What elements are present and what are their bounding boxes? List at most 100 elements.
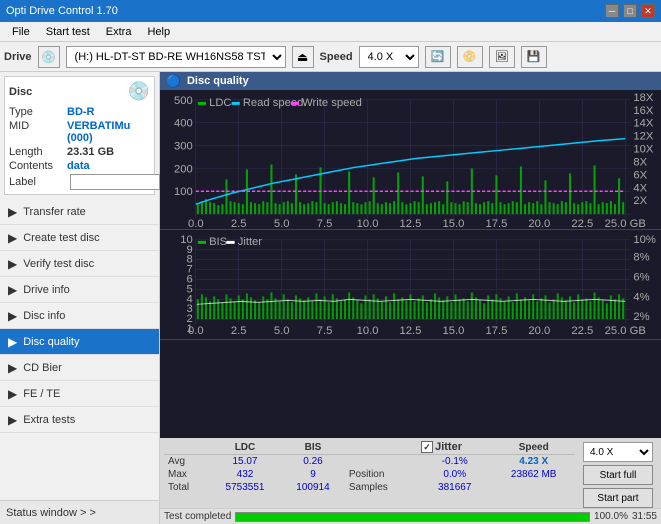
svg-text:10.0: 10.0 [357,218,379,229]
close-button[interactable]: ✕ [641,4,655,18]
speed-select-main[interactable]: 4.0 X [359,46,419,68]
nav-drive-info[interactable]: ▶ Drive info [0,277,159,303]
eject-button[interactable]: ⏏ [292,46,314,68]
svg-text:5.0: 5.0 [274,325,290,337]
menu-extra[interactable]: Extra [98,24,140,40]
stats-total-empty [492,481,575,494]
svg-text:7.5: 7.5 [317,218,333,229]
toolbar-btn-4[interactable]: 💾 [521,46,547,68]
svg-text:0.0: 0.0 [188,218,204,229]
stats-avg-label: Avg [164,455,209,469]
disc-type-label: Type [9,106,67,118]
dq-title-bar: 🔵 Disc quality [160,72,661,90]
stats-total-ldc: 5753551 [209,481,281,494]
svg-text:10.0: 10.0 [357,325,379,337]
stats-max-label: Max [164,468,209,481]
stats-total-label: Total [164,481,209,494]
svg-text:6X: 6X [633,169,647,181]
menu-file[interactable]: File [4,24,38,40]
svg-text:22.5: 22.5 [571,218,593,229]
nav-disc-info[interactable]: ▶ Disc info [0,303,159,329]
svg-text:10%: 10% [633,234,656,246]
stats-max-row: Max 432 9 Position 0.0% 23862 MB [164,468,575,481]
toolbar-btn-1[interactable]: 🔄 [425,46,451,68]
svg-text:14X: 14X [633,118,654,130]
nav-icon-extra: ▶ [8,413,17,427]
start-part-button[interactable]: Start part [583,488,653,508]
minimize-button[interactable]: ─ [605,4,619,18]
drive-select[interactable]: (H:) HL-DT-ST BD-RE WH16NS58 TST4 [66,46,286,68]
nav-extra-tests[interactable]: ▶ Extra tests [0,407,159,433]
stats-max-pos: 23862 MB [492,468,575,481]
svg-text:12.5: 12.5 [400,218,422,229]
app-title: Opti Drive Control 1.70 [6,5,118,17]
disc-mid-row: MID VERBATIMu (000) [9,120,150,144]
stats-avg-jitter: -0.1% [417,455,492,469]
svg-text:BIS: BIS [209,236,227,248]
disc-length-label: Length [9,146,67,158]
maximize-button[interactable]: □ [623,4,637,18]
svg-text:20.0: 20.0 [528,325,550,337]
buttons-section: 4.0 X Start full Start part [579,440,657,510]
stats-col-empty [164,440,209,455]
stats-avg-bis: 0.26 [281,455,345,469]
start-full-button[interactable]: Start full [583,465,653,485]
nav-fe-te[interactable]: ▶ FE / TE [0,381,159,407]
svg-text:400: 400 [174,118,193,130]
nav-cd-bier[interactable]: ▶ CD Bier [0,355,159,381]
menu-start-test[interactable]: Start test [38,24,98,40]
nav-transfer-rate[interactable]: ▶ Transfer rate [0,199,159,225]
svg-text:7.5: 7.5 [317,325,333,337]
disc-panel: Disc 💿 Type BD-R MID VERBATIMu (000) Len… [4,76,155,195]
stats-table: LDC BIS ✓ Jitter Speed [164,440,575,494]
svg-text:0.0: 0.0 [188,325,204,337]
svg-text:100: 100 [174,186,193,198]
svg-text:500: 500 [174,95,193,107]
nav-disc-quality[interactable]: ▶ Disc quality [0,329,159,355]
progress-track [235,512,590,522]
drive-label: Drive [4,51,32,63]
jitter-checkbox[interactable]: ✓ [421,441,433,453]
stats-max-ldc: 432 [209,468,281,481]
nav-icon-transfer: ▶ [8,205,17,219]
status-text: Test completed [164,511,231,522]
svg-text:2%: 2% [633,311,649,323]
stats-col-empty2 [345,440,417,455]
stats-col-bis: BIS [281,440,345,455]
dq-title: Disc quality [187,75,249,87]
toolbar-btn-3[interactable]: 🖼 [489,46,515,68]
status-window[interactable]: Status window > > [0,500,159,524]
speed-select-stats[interactable]: 4.0 X [583,442,653,462]
chart-ldc-svg: 500 400 300 200 100 18X 16X 14X 12X 10X … [160,90,661,229]
toolbar-btn-2[interactable]: 📀 [457,46,483,68]
stats-max-pos-label: Position [345,468,417,481]
svg-text:2.5: 2.5 [231,218,247,229]
nav-label-cd-bier: CD Bier [23,362,62,374]
svg-text:15.0: 15.0 [443,325,465,337]
menu-help[interactable]: Help [139,24,178,40]
stats-total-samples: 381667 [417,481,492,494]
stats-col-speed: Speed [492,440,575,455]
svg-text:LDC: LDC [209,97,231,109]
svg-text:8X: 8X [633,157,647,169]
svg-text:12X: 12X [633,131,654,143]
sidebar: Disc 💿 Type BD-R MID VERBATIMu (000) Len… [0,72,160,524]
disc-icon: 💿 [128,81,150,102]
nav-create-test-disc[interactable]: ▶ Create test disc [0,225,159,251]
svg-text:2.5: 2.5 [231,325,247,337]
disc-type-value: BD-R [67,106,95,118]
svg-text:22.5: 22.5 [571,325,593,337]
disc-label-input[interactable] [70,174,160,190]
elapsed-time: 31:55 [632,511,657,522]
nav-icon-cd-bier: ▶ [8,361,17,375]
svg-text:25.0 GB: 25.0 GB [605,218,646,229]
nav-verify-test-disc[interactable]: ▶ Verify test disc [0,251,159,277]
svg-text:8%: 8% [633,252,649,264]
nav-label-create-test: Create test disc [23,232,99,244]
nav-label-drive-info: Drive info [23,284,69,296]
drive-icon-btn[interactable]: 💿 [38,46,60,68]
nav-label-fe-te: FE / TE [23,388,60,400]
nav-icon-drive: ▶ [8,283,17,297]
stats-bar: LDC BIS ✓ Jitter Speed [160,438,661,508]
status-window-label: Status window > > [6,507,96,519]
